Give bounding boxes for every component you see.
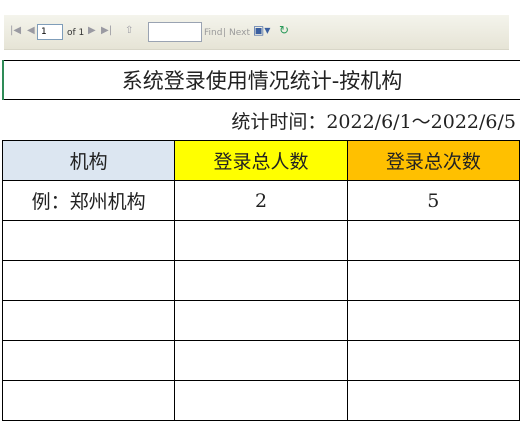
- cell-total-users: 2: [174, 180, 348, 221]
- save-export-icon[interactable]: ▣▾: [253, 24, 270, 36]
- cell-org: [1, 340, 176, 381]
- column-header-total-users: 登录总人数: [174, 140, 348, 181]
- table-row: [1, 220, 521, 261]
- back-icon[interactable]: ⇧: [125, 25, 133, 37]
- page-of-label: of 1: [67, 28, 85, 38]
- table-row: [1, 340, 521, 381]
- column-header-total-logins: 登录总次数: [346, 140, 521, 181]
- find-input[interactable]: [148, 22, 202, 42]
- cell-org: [1, 260, 176, 301]
- table-row: [1, 300, 521, 341]
- cell-org: [1, 300, 176, 341]
- table-header-row: 机构 登录总人数 登录总次数: [1, 140, 521, 181]
- report-title: 系统登录使用情况统计-按机构: [4, 60, 520, 100]
- find-next-link[interactable]: Next: [229, 27, 250, 39]
- table-row: [1, 260, 521, 301]
- cell-total-logins: [346, 220, 521, 261]
- stats-table: 机构 登录总人数 登录总次数 例：郑州机构 2 5: [1, 140, 521, 421]
- cell-total-logins: [346, 260, 521, 301]
- prev-page-icon[interactable]: ◀: [27, 25, 35, 37]
- cell-total-users: [174, 340, 348, 381]
- column-header-org: 机构: [1, 140, 176, 181]
- next-page-icon[interactable]: ▶: [88, 25, 96, 37]
- last-page-icon[interactable]: ▶|: [101, 25, 112, 37]
- cell-total-logins: [346, 300, 521, 341]
- first-page-icon[interactable]: |◀: [10, 25, 21, 37]
- table-row: [1, 380, 521, 421]
- cell-org: 例：郑州机构: [1, 180, 176, 221]
- cell-total-logins: 5: [346, 180, 521, 221]
- cell-total-logins: [346, 380, 521, 421]
- report-toolbar: |◀ ◀ of 1 ▶ ▶| ⇧ Find | Next ▣▾ ↻: [4, 15, 509, 50]
- find-link[interactable]: Find: [204, 27, 222, 39]
- cell-total-logins: [346, 340, 521, 381]
- toolbar-separator: |: [223, 28, 227, 38]
- cell-total-users: [174, 300, 348, 341]
- cell-total-users: [174, 380, 348, 421]
- report-period: 统计时间：2022/6/1～2022/6/5: [231, 111, 516, 133]
- table-row: 例：郑州机构 2 5: [1, 180, 521, 221]
- cell-org: [1, 220, 176, 261]
- cell-total-users: [174, 260, 348, 301]
- page-number-input[interactable]: 1: [37, 24, 63, 40]
- cell-total-users: [174, 220, 348, 261]
- refresh-icon[interactable]: ↻: [279, 24, 289, 36]
- cell-org: [1, 380, 176, 421]
